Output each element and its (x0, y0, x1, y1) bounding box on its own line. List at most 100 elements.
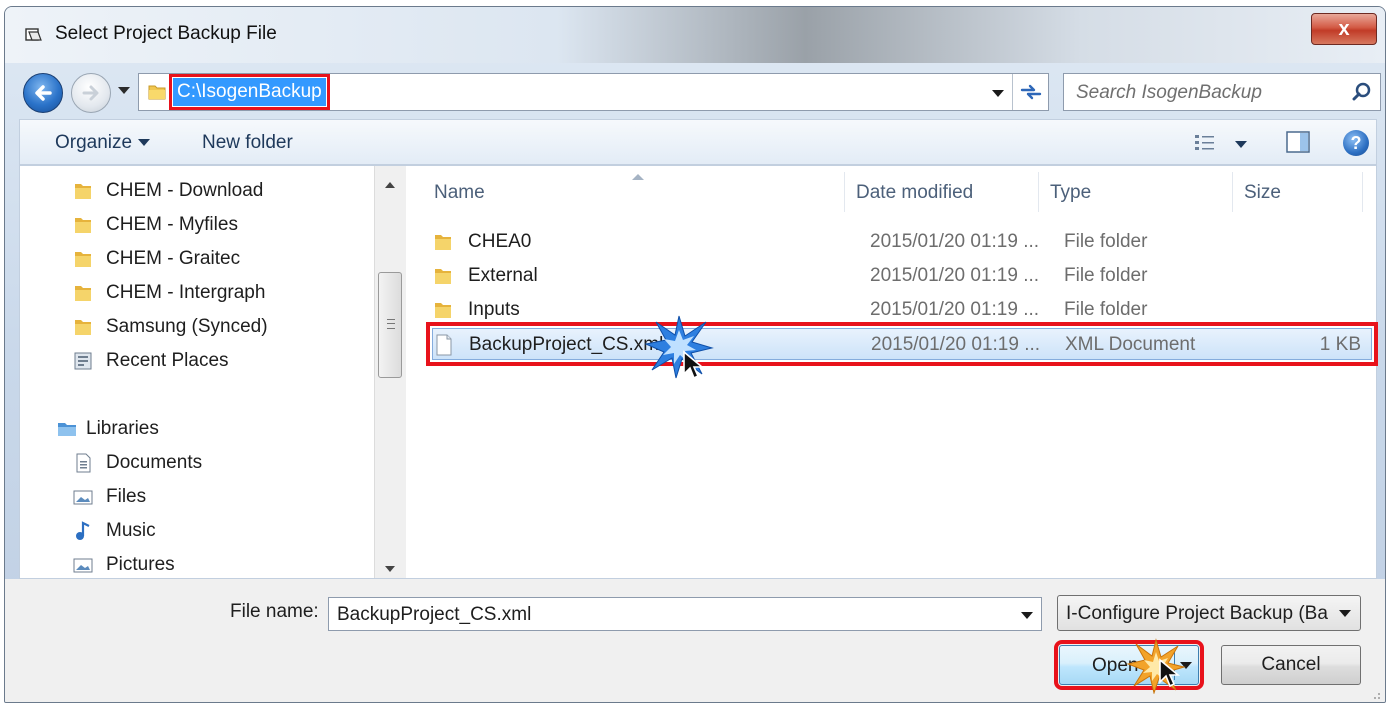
back-button[interactable] (23, 73, 63, 113)
folder-icon (75, 320, 91, 335)
file-type: File folder (1064, 231, 1148, 252)
sidebar-item-label: Samsung (Synced) (106, 316, 268, 337)
file-size: 1 KB (1319, 334, 1361, 355)
grip-icon (387, 319, 395, 329)
sidebar-item-label: Pictures (106, 554, 175, 575)
file-type: XML Document (1065, 334, 1196, 355)
navigation-bar: C:\IsogenBackup Search IsogenBackup (5, 63, 1385, 117)
chevron-down-icon (138, 139, 151, 147)
file-name-value[interactable]: BackupProject_CS.xml (337, 604, 531, 626)
libraries-icon (58, 423, 76, 436)
forward-arrow-icon (82, 85, 99, 101)
sidebar-item-label: CHEM - Download (106, 180, 264, 201)
resize-grip-icon[interactable] (1369, 688, 1381, 700)
column-divider[interactable] (1038, 172, 1039, 212)
xml-file-icon (436, 334, 452, 356)
folder-icon (75, 184, 91, 199)
sidebar-item-chem-myfiles[interactable]: CHEM - Myfiles (72, 210, 238, 240)
file-name: BackupProject_CS.xml (469, 334, 664, 355)
search-box[interactable]: Search IsogenBackup (1063, 73, 1381, 111)
file-name-label: File name: (230, 601, 319, 622)
sidebar-item-documents[interactable]: Documents (72, 448, 202, 478)
file-name: Inputs (468, 299, 520, 320)
sidebar-item-samsung-synced[interactable]: Samsung (Synced) (72, 312, 268, 342)
dialog-title: Select Project Backup File (55, 23, 277, 44)
address-path[interactable]: C:\IsogenBackup (169, 74, 330, 110)
sidebar-item-recent-places[interactable]: Recent Places (72, 346, 229, 376)
folder-icon (148, 85, 166, 100)
sidebar-item-label: Music (106, 520, 156, 541)
new-folder-button[interactable]: New folder (202, 132, 293, 154)
file-date: 2015/01/20 01:19 ... (870, 265, 1040, 286)
dialog-footer: File name: BackupProject_CS.xml I-Config… (5, 579, 1385, 702)
pictures-icon (73, 558, 93, 573)
help-button[interactable]: ? (1343, 130, 1369, 156)
address-bar[interactable]: C:\IsogenBackup (138, 73, 1049, 111)
sidebar-item-label: Files (106, 486, 147, 507)
sidebar-item-chem-download[interactable]: CHEM - Download (72, 176, 263, 206)
file-name: CHEA0 (468, 231, 532, 252)
scroll-up-icon[interactable] (385, 182, 395, 188)
folder-icon (435, 303, 451, 318)
search-icon[interactable] (1352, 82, 1372, 102)
column-divider[interactable] (1362, 172, 1363, 212)
sidebar-item-music[interactable]: Music (72, 516, 156, 546)
sidebar-item-chem-graitec[interactable]: CHEM - Graitec (72, 244, 240, 274)
file-type-select[interactable]: I-Configure Project Backup (Ba (1057, 595, 1361, 631)
mouse-cursor-icon (683, 350, 704, 380)
change-view-icon[interactable] (1193, 132, 1253, 154)
sidebar-item-label: CHEM - Graitec (106, 248, 241, 269)
cancel-button[interactable]: Cancel (1221, 645, 1361, 685)
sidebar-item-pictures[interactable]: Pictures (72, 550, 175, 580)
search-placeholder[interactable]: Search IsogenBackup (1076, 82, 1262, 104)
column-header-date[interactable]: Date modified (856, 182, 973, 204)
file-name: External (468, 265, 538, 286)
file-row[interactable]: Inputs 2015/01/20 01:19 ... File folder (432, 294, 1372, 326)
column-divider[interactable] (1232, 172, 1233, 212)
navigation-pane: CHEM - Download CHEM - Myfiles CHEM - Gr… (20, 166, 406, 578)
chevron-down-icon[interactable] (1021, 612, 1033, 619)
sidebar-item-label: CHEM - Myfiles (106, 214, 238, 235)
sort-ascending-icon (632, 174, 644, 180)
file-row[interactable]: External 2015/01/20 01:19 ... File folde… (432, 260, 1372, 292)
sidebar-item-libraries[interactable]: Libraries (56, 414, 159, 444)
file-type: File folder (1064, 299, 1148, 320)
folder-icon (435, 235, 451, 250)
file-date: 2015/01/20 01:19 ... (870, 231, 1040, 252)
column-header-size[interactable]: Size (1244, 182, 1281, 204)
recent-locations-dropdown-icon[interactable] (118, 87, 130, 94)
sidebar-item-files[interactable]: Files (72, 482, 146, 512)
column-header-name[interactable]: Name (434, 182, 485, 204)
navigation-scrollbar[interactable] (374, 166, 406, 578)
scrollbar-thumb[interactable] (378, 272, 402, 378)
file-row-selected[interactable]: BackupProject_CS.xml 2015/01/20 01:19 ..… (426, 322, 1378, 366)
scroll-down-icon[interactable] (385, 566, 395, 572)
file-name-field[interactable]: BackupProject_CS.xml (328, 597, 1042, 631)
sidebar-item-label: Recent Places (106, 350, 229, 371)
preview-pane-icon[interactable] (1285, 130, 1311, 154)
organize-label: Organize (55, 132, 133, 153)
music-icon (76, 521, 90, 540)
refresh-button[interactable] (1012, 74, 1048, 110)
command-toolbar: Organize New folder ? (19, 119, 1377, 165)
help-icon: ? (1350, 133, 1362, 153)
chevron-down-icon (1339, 610, 1351, 617)
sidebar-item-chem-intergraph[interactable]: CHEM - Intergraph (72, 278, 265, 308)
close-icon: x (1338, 18, 1350, 40)
file-row[interactable]: CHEA0 2015/01/20 01:19 ... File folder (432, 226, 1372, 258)
content-area: CHEM - Download CHEM - Myfiles CHEM - Gr… (19, 165, 1378, 579)
address-history-dropdown-icon[interactable] (992, 90, 1004, 97)
open-button[interactable]: Open (1054, 638, 1204, 694)
close-button[interactable]: x (1311, 13, 1377, 45)
mouse-cursor-icon (1159, 658, 1180, 688)
file-date: 2015/01/20 01:19 ... (871, 334, 1041, 355)
column-header-type[interactable]: Type (1050, 182, 1091, 204)
refresh-icon (1020, 84, 1041, 100)
file-list: Name Date modified Type Size CHEA0 2015/… (412, 166, 1378, 578)
forward-button[interactable] (71, 73, 111, 113)
documents-icon (76, 453, 91, 473)
organize-menu[interactable]: Organize (55, 132, 151, 154)
column-divider[interactable] (844, 172, 845, 212)
file-date: 2015/01/20 01:19 ... (870, 299, 1040, 320)
file-open-dialog: Select Project Backup File x C:\IsogenBa… (4, 6, 1386, 703)
